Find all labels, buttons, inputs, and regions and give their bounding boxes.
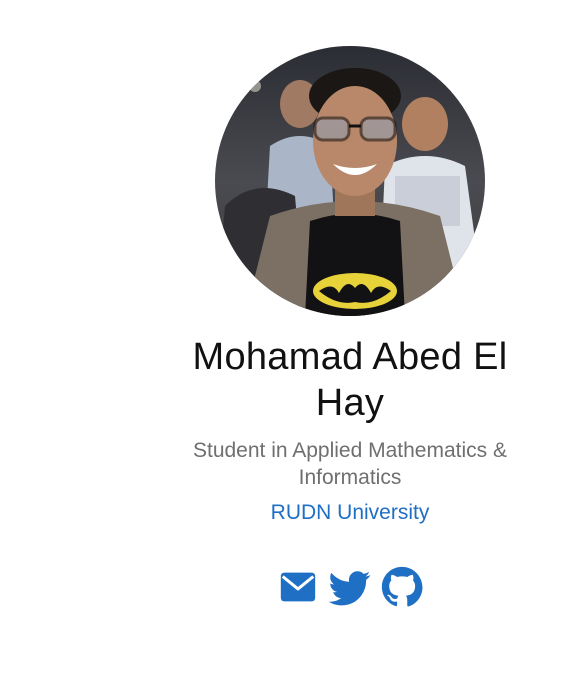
profile-subtitle: Student in Applied Mathematics & Informa… bbox=[192, 439, 507, 489]
avatar-photo bbox=[215, 46, 485, 316]
affiliation-link[interactable]: RUDN University bbox=[160, 498, 540, 528]
envelope-icon bbox=[280, 572, 316, 602]
profile-name: Mohamad Abed El Hay bbox=[192, 336, 508, 424]
github-icon bbox=[381, 566, 423, 607]
twitter-icon bbox=[329, 571, 371, 606]
avatar bbox=[215, 46, 485, 316]
social-links bbox=[160, 566, 540, 610]
email-link[interactable] bbox=[277, 566, 319, 608]
github-link[interactable] bbox=[381, 566, 423, 608]
twitter-link[interactable] bbox=[329, 566, 371, 608]
